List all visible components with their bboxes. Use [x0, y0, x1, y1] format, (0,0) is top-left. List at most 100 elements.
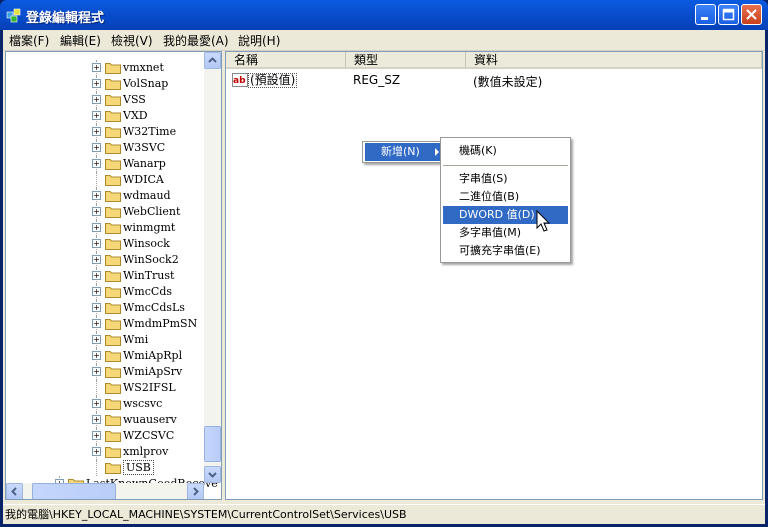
tree-item[interactable]: USB [6, 460, 202, 476]
scroll-thumb[interactable] [204, 426, 221, 462]
minimize-button[interactable] [695, 4, 716, 25]
tree-item[interactable]: + W3SVC [6, 140, 202, 156]
folder-icon [105, 463, 121, 474]
tree-item[interactable]: + WmiApSrv [6, 364, 202, 380]
expand-toggle[interactable]: + [92, 415, 101, 424]
scroll-right-button[interactable] [187, 483, 204, 499]
title-bar[interactable]: 登錄編輯程式 [0, 0, 768, 30]
key-tree-pane[interactable]: +LastKnownGoodRecoveUSB+xmlprov+WZCSVC+w… [5, 51, 222, 500]
folder-icon [105, 255, 121, 266]
tree-item-label: wdmaud [123, 189, 171, 202]
tree-item[interactable]: + vmxnet [6, 60, 202, 76]
folder-icon [105, 447, 121, 458]
expand-toggle[interactable]: + [92, 239, 101, 248]
close-button[interactable] [741, 4, 762, 25]
expand-toggle[interactable]: + [92, 159, 101, 168]
chevron-up-icon [208, 57, 217, 63]
expand-toggle[interactable]: + [92, 335, 101, 344]
tree-item[interactable]: + Winsock [6, 236, 202, 252]
scroll-up-button[interactable] [204, 52, 221, 69]
tree-item[interactable]: + VSS [6, 92, 202, 108]
tree-item[interactable]: + VolSnap [6, 76, 202, 92]
menu-edit[interactable]: 編輯(E) [60, 32, 101, 49]
scroll-down-button[interactable] [204, 466, 221, 483]
tree-item[interactable]: + wscsvc [6, 396, 202, 412]
tree-item[interactable]: + WinTrust [6, 268, 202, 284]
folder-icon [105, 335, 121, 346]
submenu-key[interactable]: 機碼(K) [443, 142, 568, 160]
expand-toggle[interactable]: + [92, 111, 101, 120]
submenu-expandable-string-value[interactable]: 可擴充字串值(E) [443, 242, 568, 260]
submenu-separator [443, 165, 568, 166]
horizontal-scroll-thumb[interactable] [32, 483, 116, 499]
tree-item[interactable]: WS2IFSL [6, 380, 202, 396]
tree-horizontal-scrollbar[interactable] [6, 483, 204, 499]
folder-icon [105, 399, 121, 410]
expand-toggle[interactable]: + [92, 447, 101, 456]
menu-view[interactable]: 檢視(V) [111, 32, 153, 49]
tree-item-label: WinTrust [123, 269, 175, 282]
tree-item-label: wscsvc [123, 397, 163, 410]
tree-item[interactable]: + WmcCdsLs [6, 300, 202, 316]
menu-file[interactable]: 檔案(F) [9, 32, 49, 49]
expand-toggle[interactable]: + [92, 367, 101, 376]
tree-item-label: WS2IFSL [123, 381, 176, 394]
chevron-left-icon [11, 487, 17, 496]
expand-toggle[interactable]: + [92, 399, 101, 408]
scroll-left-button[interactable] [6, 483, 23, 499]
tree-vertical-scrollbar[interactable] [204, 52, 221, 483]
column-header-name[interactable]: 名稱 [226, 52, 346, 69]
tree-item[interactable]: + wdmaud [6, 188, 202, 204]
menu-help[interactable]: 說明(H) [238, 32, 280, 49]
value-list-pane[interactable]: 名稱 類型 資料 ab (預設值) REG_SZ (數值未設定) [225, 51, 763, 500]
column-header-data[interactable]: 資料 [466, 52, 762, 69]
tree-item[interactable]: + WebClient [6, 204, 202, 220]
submenu-binary-value[interactable]: 二進位值(B) [443, 188, 568, 206]
tree-item[interactable]: + VXD [6, 108, 202, 124]
tree-item[interactable]: + WmdmPmSN [6, 316, 202, 332]
submenu-string-value[interactable]: 字串值(S) [443, 170, 568, 188]
maximize-button[interactable] [718, 4, 739, 25]
expand-toggle[interactable]: + [92, 143, 101, 152]
expand-toggle[interactable]: + [92, 79, 101, 88]
expand-toggle[interactable]: + [92, 127, 101, 136]
tree-item[interactable]: + Wmi [6, 332, 202, 348]
expand-toggle[interactable]: + [92, 431, 101, 440]
mouse-pointer-icon [536, 210, 551, 232]
expand-toggle[interactable]: + [92, 255, 101, 264]
column-header-type[interactable]: 類型 [346, 52, 466, 69]
tree-item[interactable]: + xmlprov [6, 444, 202, 460]
new-submenu: 機碼(K) 字串值(S) 二進位值(B) DWORD 值(D) 多字串值(M) … [440, 137, 571, 263]
tree-item[interactable]: + WmiApRpl [6, 348, 202, 364]
value-row[interactable]: ab (預設值) REG_SZ (數值未設定) [226, 72, 756, 89]
folder-icon [105, 63, 121, 74]
tree-item[interactable]: + WinSock2 [6, 252, 202, 268]
tree-item[interactable]: + Wanarp [6, 156, 202, 172]
expand-toggle[interactable]: + [92, 191, 101, 200]
expand-toggle[interactable]: + [92, 223, 101, 232]
menu-favorites[interactable]: 我的最愛(A) [163, 32, 229, 49]
tree-item[interactable]: + WZCSVC [6, 428, 202, 444]
folder-icon [105, 271, 121, 282]
expand-toggle[interactable]: + [92, 303, 101, 312]
expand-toggle[interactable]: + [92, 319, 101, 328]
tree-item[interactable]: + winmgmt [6, 220, 202, 236]
folder-icon [105, 175, 121, 186]
context-menu-new[interactable]: 新增(N) [365, 143, 442, 161]
expand-toggle[interactable]: + [92, 95, 101, 104]
tree-item[interactable]: + WmcCds [6, 284, 202, 300]
tree-item[interactable]: + W32Time [6, 124, 202, 140]
tree-item-label: WmdmPmSN [123, 317, 198, 330]
expand-toggle[interactable]: + [92, 63, 101, 72]
menu-bar: 檔案(F) 編輯(E) 檢視(V) 我的最愛(A) 說明(H) [3, 30, 765, 51]
tree-item[interactable]: + wuauserv [6, 412, 202, 428]
expand-toggle[interactable]: + [92, 207, 101, 216]
folder-icon [105, 239, 121, 250]
folder-icon [105, 351, 121, 362]
tree-item[interactable]: WDICA [6, 172, 202, 188]
tree-item-label: WmcCds [123, 285, 173, 298]
folder-icon [105, 159, 121, 170]
expand-toggle[interactable]: + [92, 287, 101, 296]
expand-toggle[interactable]: + [92, 351, 101, 360]
expand-toggle[interactable]: + [92, 271, 101, 280]
